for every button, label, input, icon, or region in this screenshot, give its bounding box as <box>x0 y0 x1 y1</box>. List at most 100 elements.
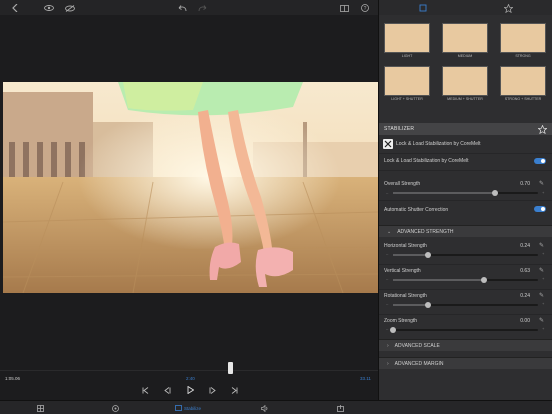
advanced-margin-title: ADVANCED MARGIN <box>394 360 444 367</box>
redo-icon[interactable] <box>196 3 208 13</box>
shutter-label: Automatic Shutter Correction <box>384 207 449 213</box>
zoom-strength-slider[interactable] <box>390 327 538 333</box>
current-time: 2:40 <box>186 376 195 381</box>
vertical-strength-slider[interactable] <box>393 277 538 283</box>
star-icon[interactable] <box>537 124 547 134</box>
overall-strength-slider[interactable] <box>393 190 538 196</box>
help-icon[interactable]: ? <box>359 3 371 13</box>
preset-label: LIGHT <box>401 54 413 58</box>
pencil-icon[interactable]: ✎ <box>539 267 544 274</box>
zoom-strength-label: Zoom Strength <box>384 318 418 324</box>
rotational-strength-slider[interactable] <box>393 302 538 308</box>
minus-icon: – <box>386 301 389 306</box>
preset-light[interactable]: LIGHT <box>384 23 432 63</box>
pencil-icon[interactable]: ✎ <box>539 317 544 324</box>
playhead[interactable] <box>228 362 233 374</box>
horizontal-strength-label: Horizontal Strength <box>384 243 427 249</box>
coremelt-logo-icon <box>383 139 393 149</box>
stabilize-icon <box>175 405 182 411</box>
horizontal-strength-row: Horizontal Strength 0.24 ✎ – + <box>379 239 552 263</box>
overall-strength-row: Overall Strength 0.70 ✎ – + <box>379 171 552 197</box>
stabilizer-title: STABILIZER <box>384 126 415 132</box>
adjust-icon[interactable] <box>110 403 120 413</box>
video-scene-image <box>3 82 378 293</box>
pencil-icon[interactable]: ✎ <box>539 292 544 299</box>
rotational-strength-label: Rotational Strength <box>384 293 427 299</box>
start-time: 1:05.06 <box>5 376 21 381</box>
preset-thumbnail <box>500 66 546 96</box>
preset-strong[interactable]: STRONG <box>500 23 548 63</box>
slider-fill <box>393 254 428 256</box>
preset-thumbnail <box>384 23 430 53</box>
chevron-down-icon: ⌄ <box>387 228 392 235</box>
skip-end-icon[interactable] <box>229 385 239 395</box>
slider-knob[interactable] <box>481 277 488 283</box>
chevron-right-icon: › <box>387 360 389 367</box>
preset-thumbnail <box>442 23 488 53</box>
rotational-strength-value: 0.24 <box>520 293 530 299</box>
pencil-icon[interactable]: ✎ <box>539 242 544 249</box>
vertical-strength-value: 0.63 <box>520 268 530 274</box>
plugin-name: Lock & Load Stabilization by CoreMelt <box>396 141 481 147</box>
rotational-strength-row: Rotational Strength 0.24 ✎ – + <box>379 290 552 314</box>
step-back-icon[interactable] <box>162 385 172 395</box>
preset-light-shutter[interactable]: LIGHT + SHUTTER <box>384 66 432 106</box>
vertical-strength-row: Vertical Strength 0.63 ✎ – + <box>379 265 552 289</box>
preset-medium[interactable]: MEDIUM <box>442 23 490 63</box>
eye-icon[interactable] <box>43 3 55 13</box>
advanced-strength-header[interactable]: ⌄ ADVANCED STRENGTH <box>379 225 552 237</box>
preset-thumbnail <box>384 66 430 96</box>
advanced-strength-title: ADVANCED STRENGTH <box>397 228 454 235</box>
slider-fill <box>393 279 485 281</box>
minus-icon: – <box>386 251 389 256</box>
skip-start-icon[interactable] <box>140 385 150 395</box>
audio-icon[interactable] <box>260 403 270 413</box>
horizontal-strength-value: 0.24 <box>520 243 530 249</box>
shutter-correction-toggle[interactable] <box>534 206 546 212</box>
slider-fill <box>393 192 495 194</box>
vertical-strength-label: Vertical Strength <box>384 268 421 274</box>
enable-stabilization-toggle[interactable] <box>534 158 546 164</box>
grid-icon[interactable] <box>35 403 45 413</box>
stabilize-tab[interactable]: Stabilize <box>175 403 201 413</box>
chevron-right-icon: › <box>387 342 389 349</box>
horizontal-strength-slider[interactable] <box>393 252 538 258</box>
export-icon[interactable] <box>335 403 345 413</box>
favorite-tab-icon[interactable] <box>502 3 514 13</box>
overall-strength-value: 0.70 <box>520 181 530 187</box>
video-frame[interactable] <box>3 82 378 293</box>
preset-label: STRONG <box>515 54 531 58</box>
slider-knob[interactable] <box>424 302 431 308</box>
advanced-margin-header[interactable]: › ADVANCED MARGIN <box>379 357 552 369</box>
plus-icon: + <box>542 326 545 331</box>
eye-slash-icon[interactable] <box>64 3 76 13</box>
slider-knob[interactable] <box>424 252 431 258</box>
minus-icon: – <box>386 326 389 331</box>
compare-icon[interactable] <box>338 3 350 13</box>
crop-tab-icon[interactable] <box>417 3 429 13</box>
preset-label: STRONG + SHUTTER <box>504 97 542 101</box>
top-toolbar: ? <box>0 0 378 15</box>
minus-icon: – <box>386 190 389 195</box>
play-icon[interactable] <box>185 385 195 395</box>
undo-icon[interactable] <box>176 3 188 13</box>
preset-strong-shutter[interactable]: STRONG + SHUTTER <box>500 66 548 106</box>
preset-label: MEDIUM + SHUTTER <box>447 97 483 101</box>
slider-knob[interactable] <box>390 327 396 333</box>
svg-text:?: ? <box>364 6 367 12</box>
pencil-icon[interactable]: ✎ <box>539 180 544 187</box>
slider-knob[interactable] <box>491 190 498 196</box>
stabilizer-header[interactable]: STABILIZER <box>379 123 552 135</box>
advanced-scale-title: ADVANCED SCALE <box>394 342 440 349</box>
back-chevron-icon[interactable] <box>10 3 20 13</box>
step-forward-icon[interactable] <box>207 385 217 395</box>
bottom-toolbar: Stabilize <box>0 400 552 414</box>
end-time: 33.11 <box>360 376 371 381</box>
zoom-strength-value: 0.00 <box>520 318 530 324</box>
advanced-scale-header[interactable]: › ADVANCED SCALE <box>379 339 552 351</box>
enable-label: Lock & Load Stabilization by CoreMelt <box>384 158 469 164</box>
preset-medium-shutter[interactable]: MEDIUM + SHUTTER <box>442 66 490 106</box>
zoom-strength-row: Zoom Strength 0.00 ✎ – + <box>379 315 552 339</box>
plugin-row: Lock & Load Stabilization by CoreMelt <box>379 136 552 152</box>
preset-thumbnail <box>442 66 488 96</box>
